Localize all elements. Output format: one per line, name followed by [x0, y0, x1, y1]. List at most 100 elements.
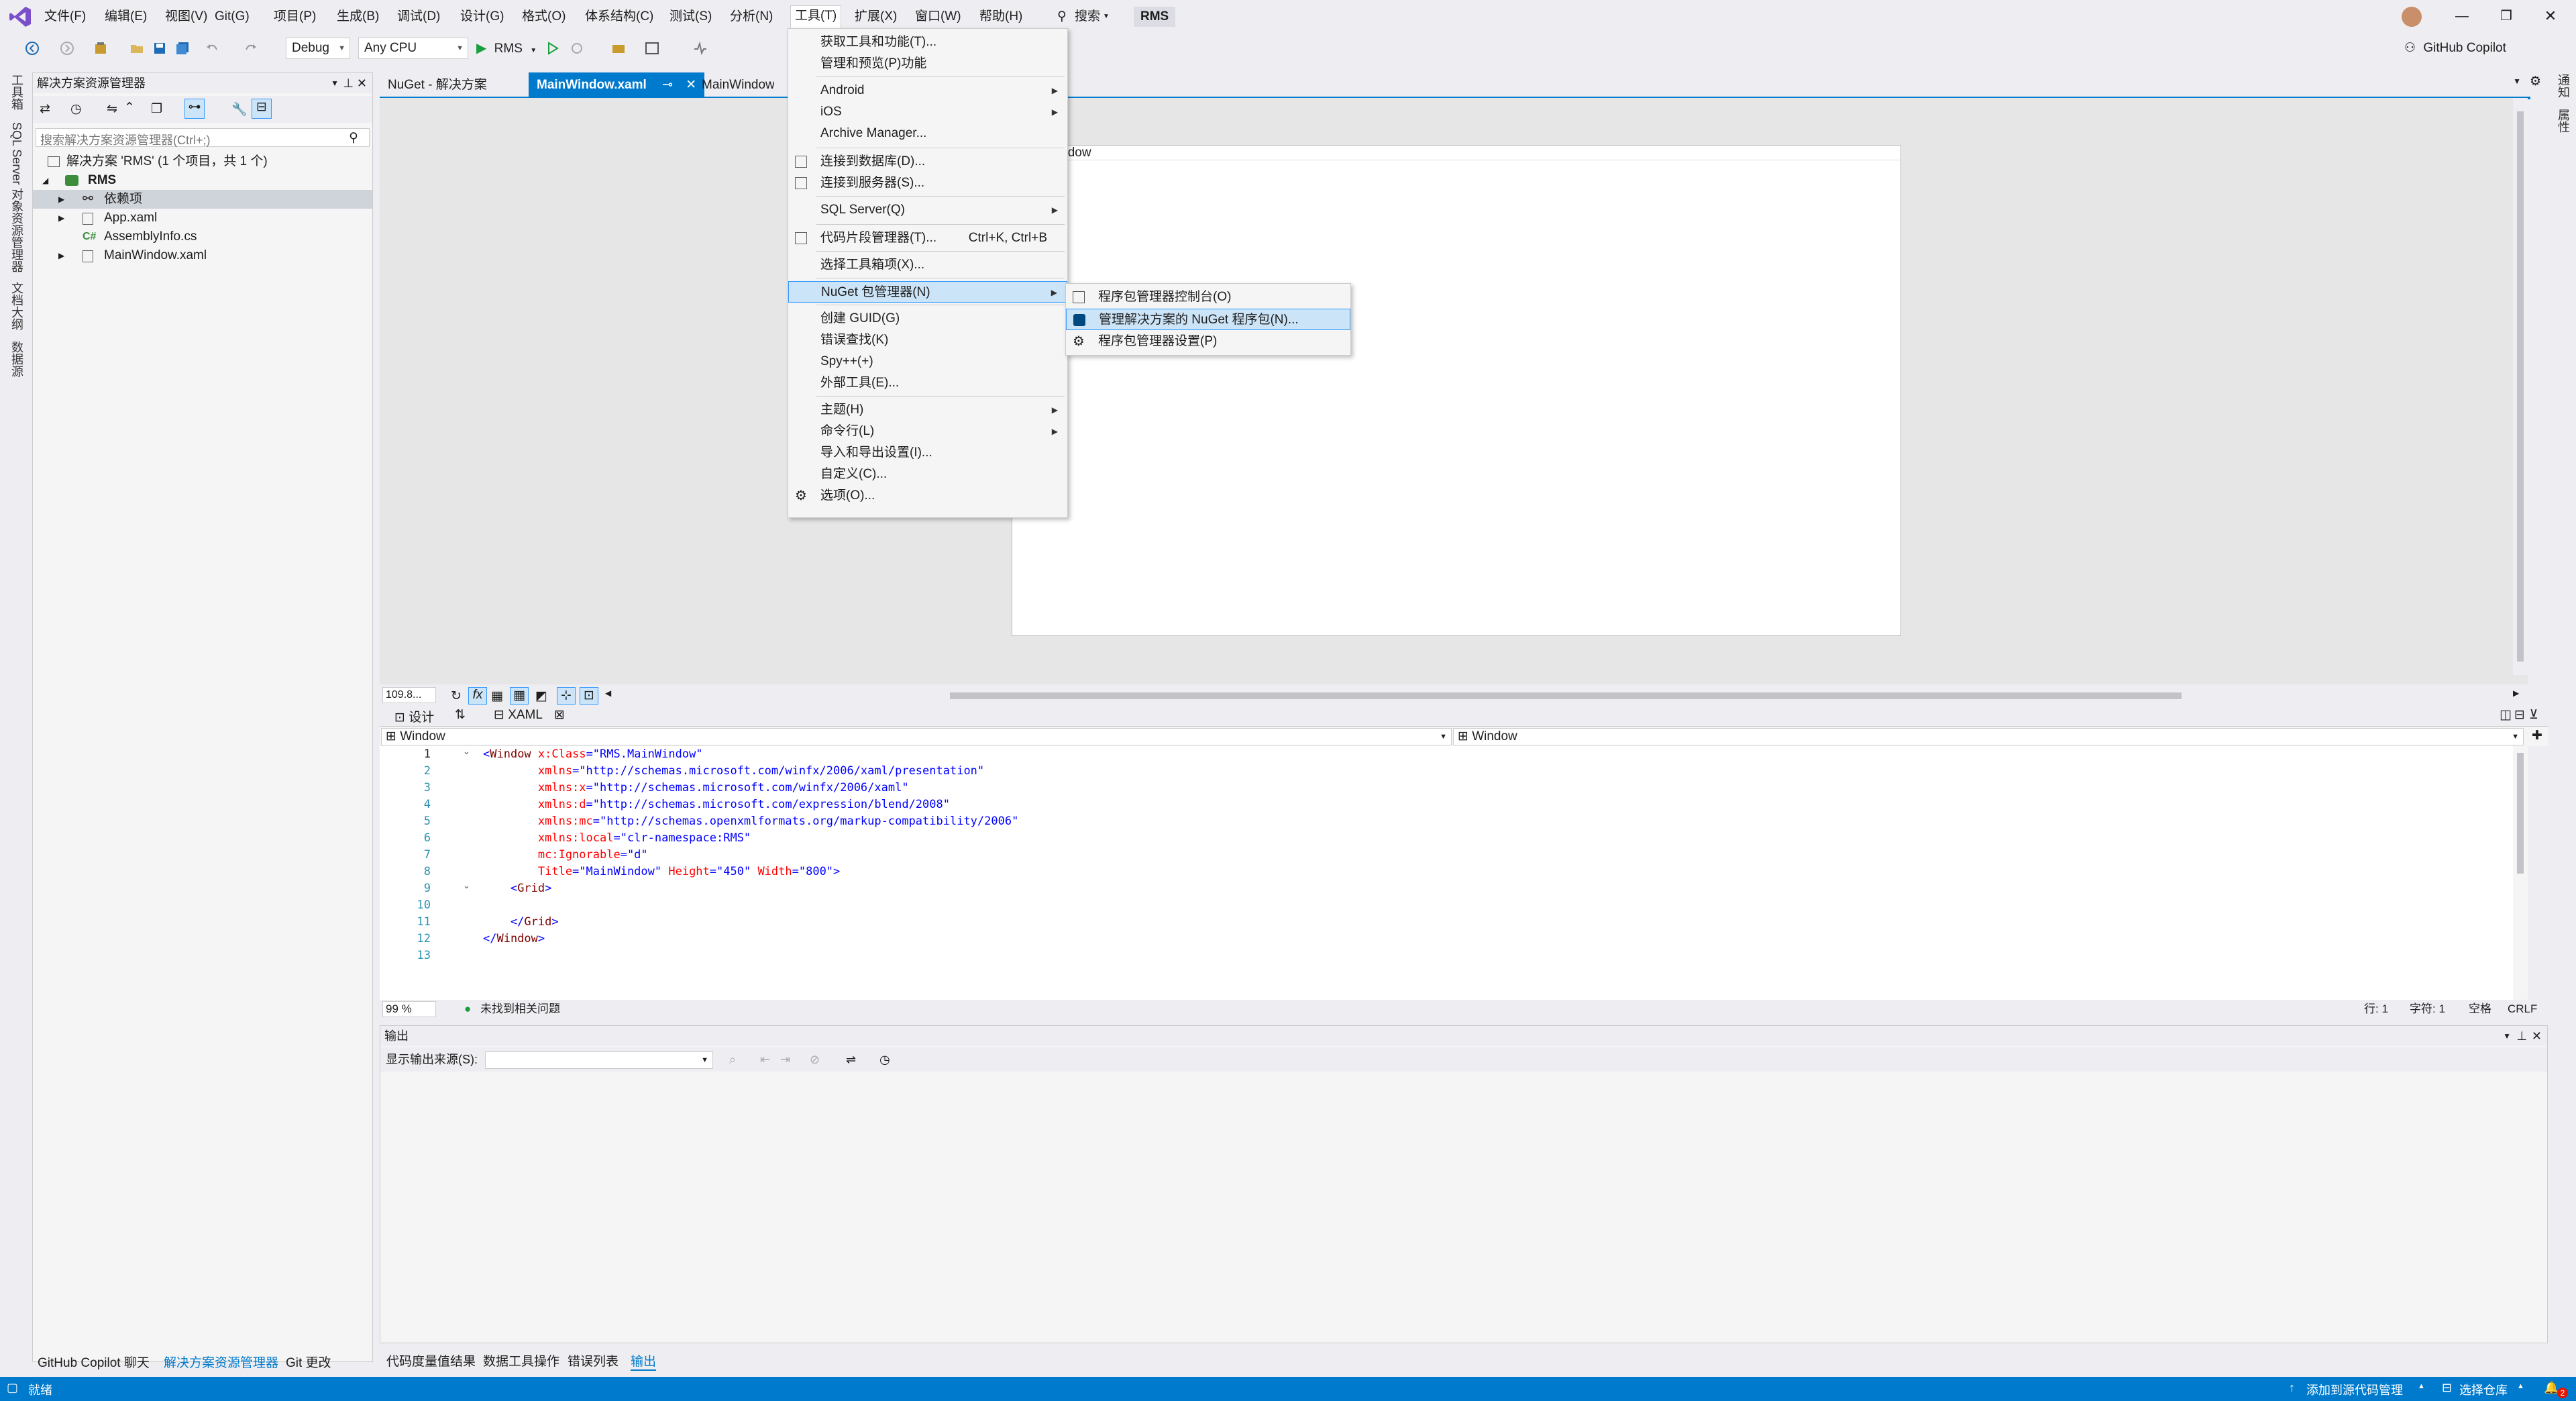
tools-menu-item[interactable]: NuGet 包管理器(N) ▶ [788, 281, 1067, 303]
data-sources-tab[interactable]: 数据源 [8, 341, 25, 377]
code-line[interactable]: 5 xmlns:mc="http://schemas.openxmlformat… [380, 813, 2528, 830]
close-icon[interactable]: ✕ [2532, 1026, 2542, 1046]
menu-8[interactable]: 格式(O) [518, 7, 570, 27]
designer-vertical-scrollbar[interactable] [2513, 98, 2528, 675]
collapsed-arrow-icon[interactable]: ▶ [58, 209, 64, 227]
menu-12[interactable]: 工具(T) [790, 5, 842, 28]
tools-menu-item[interactable]: 连接到数据库(D)... [788, 151, 1067, 172]
start-without-debug-icon[interactable] [543, 39, 562, 58]
tools-menu-item[interactable]: 代码片段管理器(T)... Ctrl+K, Ctrl+B [788, 227, 1067, 249]
menu-1[interactable]: 编辑(E) [101, 7, 151, 27]
project-code-icon[interactable]: ⊡ [580, 687, 598, 705]
find-icon[interactable]: ⌕ [729, 1047, 736, 1072]
tools-menu-item[interactable]: 主题(H) ▶ [788, 399, 1067, 421]
tools-menu-item[interactable]: 连接到服务器(S)... [788, 172, 1067, 194]
tree-project[interactable]: ◢ RMS [33, 171, 372, 190]
hot-reload-icon[interactable] [568, 39, 586, 58]
code-line[interactable]: 11 </Grid> [380, 914, 2528, 931]
code-line[interactable]: 8 Title="MainWindow" Height="450" Width=… [380, 864, 2528, 880]
code-line[interactable]: 2 xmlns="http://schemas.microsoft.com/wi… [380, 763, 2528, 780]
tab-design-view[interactable]: ⊡ 设计 [394, 707, 434, 725]
collapse-icon[interactable]: ⌃ [124, 100, 135, 115]
tools-menu-item[interactable]: 选择工具箱项(X)... [788, 254, 1067, 276]
forward-icon[interactable] [58, 39, 76, 58]
design-window[interactable]: Window [1012, 145, 1901, 636]
code-line[interactable]: 12 </Window> [380, 931, 2528, 947]
tools-menu-item[interactable]: 命令行(L) ▶ [788, 421, 1067, 442]
copilot-button[interactable]: ⚇ GitHub Copilot [2404, 38, 2506, 59]
chevron-down-icon[interactable]: ▼ [331, 73, 339, 93]
menu-9[interactable]: 体系结构(C) [581, 7, 657, 27]
nuget-menu-item[interactable]: 程序包管理器控制台(O) [1066, 287, 1350, 308]
solution-search-input[interactable]: 搜索解决方案资源管理器(Ctrl+;) ⚲ [36, 128, 370, 147]
menu-2[interactable]: 视图(V) [161, 7, 211, 27]
menu-5[interactable]: 生成(B) [333, 7, 383, 27]
tree-item-assemblyinfo[interactable]: C# AssemblyInfo.cs [33, 227, 372, 246]
back-icon[interactable] [23, 39, 42, 58]
minimize-button[interactable]: — [2449, 4, 2475, 28]
code-vertical-scrollbar[interactable] [2513, 746, 2528, 1000]
tab-nuget-solution[interactable]: NuGet - 解决方案 [380, 72, 495, 98]
code-line[interactable]: 1 <Window x:Class="RMS.MainWindow" [380, 746, 2528, 763]
add-source-control[interactable]: 添加到源代码管理 [2306, 1381, 2403, 1398]
notifications-tab[interactable]: 通知 [2555, 74, 2572, 98]
designer-horizontal-scrollbar[interactable] [950, 692, 2182, 699]
tab-copilot-chat[interactable]: GitHub Copilot 聊天 [38, 1353, 150, 1371]
next-message-icon[interactable]: ⇥ [780, 1047, 790, 1072]
tab-xaml-view[interactable]: ⊟ XAML [494, 707, 543, 723]
whitespace-indicator[interactable]: 空格 [2469, 1000, 2491, 1019]
menu-7[interactable]: 设计(G) [456, 7, 508, 27]
fold-icon[interactable]: ⌄ [463, 880, 470, 891]
output-content[interactable] [380, 1073, 2547, 1343]
add-split-icon[interactable]: ✚ [2532, 728, 2542, 743]
menu-13[interactable]: 扩展(X) [851, 7, 901, 27]
refresh-icon[interactable]: ↻ [451, 688, 462, 704]
code-line[interactable]: 10 [380, 897, 2528, 914]
pin-icon[interactable]: ⊥ [343, 73, 354, 93]
menu-6[interactable]: 调试(D) [393, 7, 444, 27]
menu-3[interactable]: Git(G) [211, 7, 254, 27]
collapsed-arrow-icon[interactable]: ▶ [58, 190, 64, 209]
member-combo[interactable]: ⊞ Window ▼ [1453, 728, 2524, 745]
undo-icon[interactable] [203, 39, 221, 58]
chevron-down-icon[interactable]: ▼ [2503, 1026, 2511, 1046]
output-source-combo[interactable]: ▼ [485, 1051, 713, 1069]
chevron-up-icon[interactable]: ▲ [2418, 1382, 2425, 1390]
gear-icon[interactable]: ⚙ [2530, 74, 2541, 89]
filter-icon[interactable]: ⊶ [184, 99, 205, 119]
word-wrap-icon[interactable]: ⇌ [846, 1047, 856, 1072]
save-all-icon[interactable] [173, 39, 192, 58]
swap-panes-icon[interactable]: ⇅ [455, 707, 466, 723]
split-horizontal-icon[interactable]: ⊟ [2514, 707, 2525, 723]
menu-0[interactable]: 文件(F) [40, 7, 90, 27]
tools-menu-item[interactable]: SQL Server(Q) ▶ [788, 199, 1067, 221]
menu-14[interactable]: 窗口(W) [911, 7, 965, 27]
tools-menu-item[interactable]: Archive Manager... [788, 123, 1067, 144]
layout-icon[interactable] [643, 39, 661, 58]
code-line[interactable]: 3 xmlns:x="http://schemas.microsoft.com/… [380, 780, 2528, 796]
code-line[interactable]: 6 xmlns:local="clr-namespace:RMS" [380, 830, 2528, 847]
code-line[interactable]: 7 mc:Ignorable="d" [380, 847, 2528, 864]
eol-indicator[interactable]: CRLF [2508, 1000, 2537, 1019]
issues-status[interactable]: 未找到相关问题 [480, 1000, 560, 1019]
tools-menu-item[interactable]: 获取工具和功能(T)... [788, 32, 1067, 53]
split-vertical-icon[interactable]: ◫ [2500, 707, 2512, 723]
tools-menu-item[interactable]: Android ▶ [788, 80, 1067, 101]
history-icon[interactable]: ◷ [70, 101, 82, 117]
tab-solution-explorer[interactable]: 解决方案资源管理器 [164, 1353, 278, 1371]
right-arrow-icon[interactable]: ▶ [2513, 688, 2519, 698]
tools-menu-item[interactable]: ⚙ 选项(O)... [788, 485, 1067, 507]
tree-item-dependencies[interactable]: ▶ ⚯ 依赖项 [33, 190, 372, 209]
open-folder-icon[interactable] [127, 39, 146, 58]
tree-item-mainwindow[interactable]: ▶ MainWindow.xaml [33, 246, 372, 265]
tools-menu-item[interactable]: iOS ▶ [788, 101, 1067, 123]
prev-message-icon[interactable]: ⇤ [760, 1047, 770, 1072]
collapse-pane-icon[interactable]: ⊻ [2529, 707, 2538, 723]
collapsed-arrow-icon[interactable]: ▶ [58, 246, 64, 265]
sync-icon[interactable]: ⇄ [40, 101, 50, 117]
expand-arrow-icon[interactable]: ◢ [42, 171, 48, 190]
grid-icon[interactable]: ▦ [491, 688, 503, 704]
toolbox-tab[interactable]: 工具箱 [8, 74, 25, 110]
effects-icon[interactable]: fx [468, 687, 487, 705]
snap-grid-icon[interactable]: ▦ [510, 687, 529, 705]
